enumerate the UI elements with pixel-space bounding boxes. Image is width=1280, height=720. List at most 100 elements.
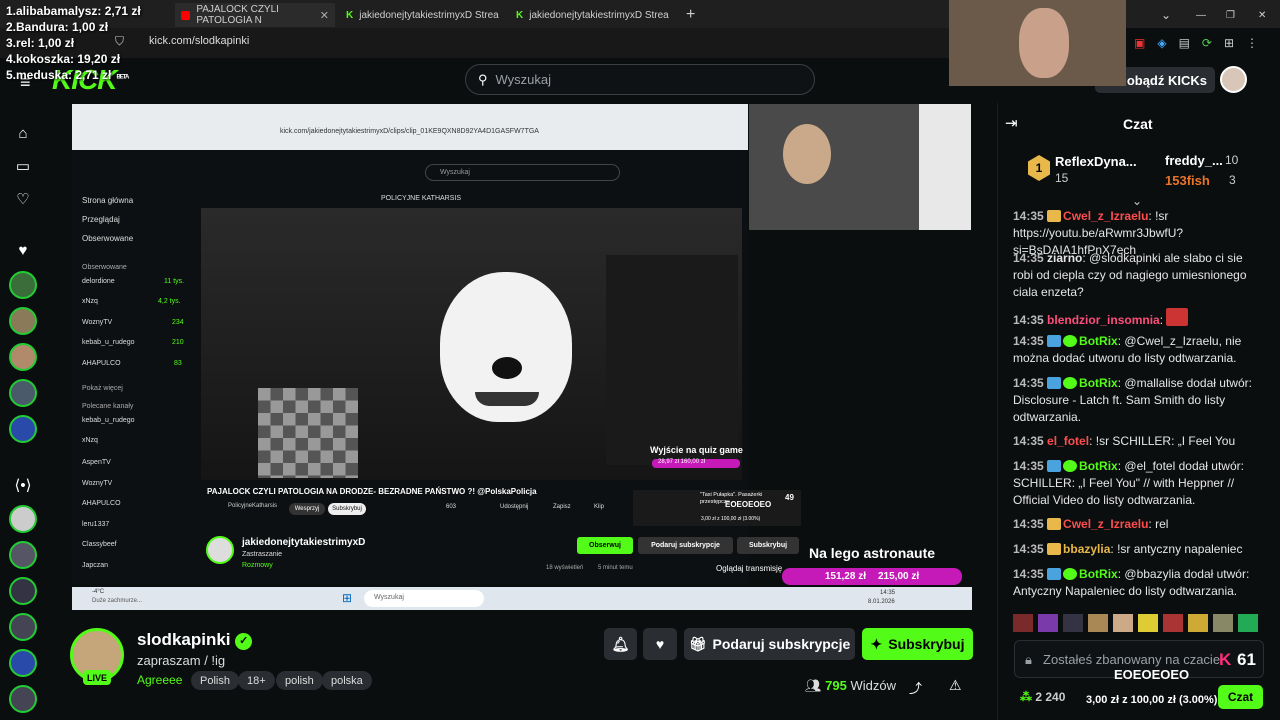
leader-name[interactable]: freddy_... — [1165, 153, 1223, 168]
inner-views: 18 wyświetleń — [546, 565, 584, 571]
goal-progress: 151,28 zł 215,00 zł — [782, 568, 962, 585]
stream-category-link[interactable]: Agreeee — [137, 673, 182, 687]
chat-username[interactable]: BotRix — [1079, 376, 1118, 390]
chat-username[interactable]: Cwel_z_Izraelu — [1063, 517, 1148, 531]
emote-icon[interactable] — [1038, 614, 1058, 632]
emote-icon[interactable] — [1088, 614, 1108, 632]
bell-icon: 🔔︎ — [611, 635, 630, 652]
inner-channel: leru1337 — [82, 521, 110, 528]
extension-icon[interactable]: ⊞ — [1224, 36, 1234, 50]
share-icon[interactable]: ⤴ — [909, 678, 922, 697]
chat-username[interactable]: Cwel_z_Izraelu — [1063, 209, 1148, 223]
live-badge: LIVE — [83, 670, 111, 685]
recommended-channel-avatar[interactable] — [9, 577, 37, 605]
chevron-down-icon[interactable]: ⌄ — [1155, 3, 1177, 27]
chat-username[interactable]: BotRix — [1079, 334, 1118, 348]
chat-username[interactable]: BotRix — [1079, 459, 1118, 473]
taskbar-date: 8.01.2026 — [868, 599, 895, 605]
search-input[interactable]: ⚲ Wyszukaj — [465, 64, 815, 95]
stream-tag[interactable]: polish — [276, 671, 323, 690]
recommended-channel-avatar[interactable] — [9, 613, 37, 641]
inner-nav-item: Obserwowane — [82, 234, 134, 243]
stream-tag[interactable]: Polish — [191, 671, 239, 690]
taskbar-weather-desc: Duże zachmurze... — [92, 598, 143, 604]
windows-start-icon: ⊞ — [342, 591, 353, 605]
tab-label: jakiedonejtytakiestrimyxD Strea — [359, 9, 499, 21]
kick-icon: K — [516, 9, 524, 21]
emote-icon[interactable] — [1188, 614, 1208, 632]
inner-count: 210 — [172, 339, 184, 346]
stream-tag[interactable]: 18+ — [238, 671, 275, 690]
leader-name[interactable]: 153fish — [1165, 173, 1210, 188]
stream-tag[interactable]: polska — [322, 671, 372, 690]
inner-count: 83 — [174, 360, 182, 367]
extension-icon[interactable]: ◈ — [1157, 36, 1166, 50]
gift-icon: 🎁︎ — [688, 635, 707, 652]
report-icon[interactable]: ⚠ — [949, 677, 962, 694]
tip-progress-text: 3,00 zł z 100,00 zł (3.00%) — [1086, 694, 1218, 706]
chat-username[interactable]: BotRix — [1079, 567, 1118, 581]
emote-icon[interactable] — [1163, 614, 1183, 632]
emote-icon[interactable] — [1113, 614, 1133, 632]
ranking-item: 5.meduska: 2,71 zł — [6, 68, 112, 82]
tab-youtube[interactable]: PAJALOCK CZYLI PATOLOGIA N ✕ — [175, 3, 335, 27]
followed-channel-avatar[interactable] — [9, 415, 37, 443]
channel-points[interactable]: ⁂ 2 240 — [1020, 690, 1065, 704]
recommended-channel-avatar[interactable] — [9, 505, 37, 533]
user-avatar[interactable] — [1220, 66, 1247, 93]
inner-streamer-category: Rozmowy — [242, 562, 273, 569]
emote-icon — [1166, 308, 1189, 326]
menu-icon[interactable]: ⋮ — [1246, 36, 1258, 50]
webcam-streamer — [749, 104, 971, 230]
extension-icon[interactable]: ▣ — [1134, 36, 1145, 50]
inner-channel: kebab_u_rudego — [82, 339, 135, 346]
heart-icon[interactable]: ♡ — [11, 187, 35, 211]
chat-send-button[interactable]: Czat — [1218, 685, 1263, 709]
maximize-icon[interactable]: ❐ — [1220, 3, 1241, 27]
gift-subs-button[interactable]: 🎁︎ Podaruj subskrypcje — [684, 628, 855, 660]
followed-channel-avatar[interactable] — [9, 343, 37, 371]
chat-username[interactable]: bbazylia — [1063, 542, 1110, 556]
followed-channel-avatar[interactable] — [9, 379, 37, 407]
emote-icon[interactable] — [1138, 614, 1158, 632]
subscribe-button[interactable]: ✦ Subskrybuj — [862, 628, 973, 660]
close-icon[interactable]: ✕ — [320, 9, 329, 22]
emote-icon[interactable] — [1238, 614, 1258, 632]
browse-icon[interactable]: ▭ — [11, 154, 35, 178]
inner-sub-button: Subskrybuj — [737, 537, 799, 554]
extension-icon[interactable]: ⟳ — [1202, 36, 1212, 50]
url-text[interactable]: kick.com/slodkapinki — [149, 35, 249, 47]
followed-channel-avatar[interactable] — [9, 307, 37, 335]
inner-news-card: "Taxi Pułapka". Pasażerki przestępczy...… — [633, 490, 801, 526]
leader-name[interactable]: ReflexDyna... — [1055, 154, 1137, 169]
emote-icon[interactable] — [1213, 614, 1233, 632]
leaderboard-toggle-icon[interactable]: ⌄ — [1132, 194, 1142, 208]
collapse-chat-icon[interactable]: ⇥ — [1005, 114, 1018, 132]
address-bar — [0, 28, 960, 58]
follow-heart-button[interactable]: ♥ — [643, 628, 677, 660]
recommended-channel-avatar[interactable] — [9, 541, 37, 569]
followed-channel-avatar[interactable] — [9, 271, 37, 299]
inner-yt-subscribe: Subskrybuj — [328, 503, 366, 515]
chat-username[interactable]: ziarno — [1047, 251, 1082, 265]
tab-kick-1[interactable]: K jakiedonejtytakiestrimyxD Strea — [340, 3, 508, 27]
minimize-icon[interactable]: — — [1190, 3, 1212, 27]
emote-icon[interactable] — [1063, 614, 1083, 632]
home-icon[interactable]: ⌂ — [11, 121, 35, 145]
new-tab-button[interactable]: + — [680, 3, 701, 27]
inner-channel: kebab_u_rudego — [82, 417, 135, 424]
chat-input-placeholder: Zostałeś zbanowany na czacie — [1043, 652, 1221, 667]
kick-icon: K — [346, 9, 354, 21]
chat-username[interactable]: el_fotel — [1047, 434, 1089, 448]
kicks-icon: K — [1219, 650, 1232, 669]
chat-username[interactable]: blendzior_insomnia — [1047, 313, 1160, 327]
notification-bell-button[interactable]: 🔔︎ — [604, 628, 637, 660]
recommended-channel-avatar[interactable] — [9, 685, 37, 713]
close-window-icon[interactable]: ✕ — [1252, 3, 1272, 27]
recommended-channel-avatar[interactable] — [9, 649, 37, 677]
streamer-name[interactable]: slodkapinki ✓ — [137, 630, 253, 650]
goal-current: 151,28 zł — [824, 571, 866, 582]
tab-kick-2[interactable]: K jakiedonejtytakiestrimyxD Strea — [510, 3, 678, 27]
emote-icon[interactable] — [1013, 614, 1033, 632]
extension-icon[interactable]: ▤ — [1179, 36, 1190, 50]
